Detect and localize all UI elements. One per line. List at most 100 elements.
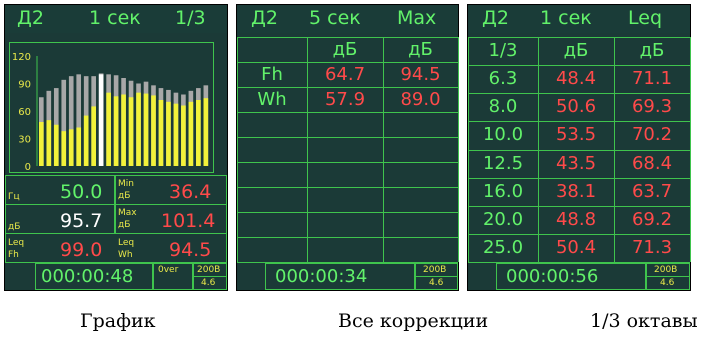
- column-header: 1/3: [488, 40, 518, 62]
- min-value: 36.4: [169, 181, 212, 203]
- over-indicator: 0ver: [158, 265, 179, 275]
- min-unit: дБ: [118, 191, 131, 201]
- table-cell-v1: 38.1: [555, 180, 597, 202]
- table-cell-v2: 94.5: [400, 63, 441, 85]
- table-cell-name: Fh: [261, 63, 283, 85]
- bar-level: [166, 101, 171, 166]
- bar-level: [158, 100, 164, 166]
- grid-line: [468, 205, 690, 207]
- y-tick-label: 30: [18, 135, 31, 146]
- battery-indicator: 4.6: [429, 278, 444, 288]
- leq2-value: 94.5: [169, 239, 212, 261]
- table-cell-v1: 57.9: [324, 88, 366, 110]
- range-indicator: 200В: [654, 265, 678, 275]
- y-tick-label: 90: [18, 80, 31, 91]
- table-cell-v2: 69.2: [631, 208, 673, 230]
- battery-indicator: 4.6: [660, 278, 675, 288]
- table-cell-f: 16.0: [482, 180, 524, 202]
- grid-line: [468, 93, 690, 95]
- table-cell-v1: 50.4: [555, 236, 597, 258]
- bar-level: [188, 101, 194, 166]
- table-cell-v1: 53.5: [555, 124, 597, 146]
- table-cell-name: Wh: [257, 88, 287, 110]
- header-channel: Д2: [17, 7, 44, 29]
- range-indicator: 200В: [197, 265, 221, 275]
- column-header: дБ: [563, 40, 589, 62]
- header-channel: Д2: [482, 7, 509, 29]
- header-interval: 1 сек: [89, 7, 141, 29]
- table-cell-f: 8.0: [488, 96, 518, 118]
- table-cell-f: 12.5: [482, 152, 524, 174]
- bar-level: [151, 95, 156, 166]
- grid-line: [468, 65, 690, 67]
- grid-line: [458, 37, 459, 262]
- table-cell-v2: 71.3: [631, 236, 673, 258]
- table-cell-f: 25.0: [482, 236, 524, 258]
- octave-table: 1/3 дБ дБ 6.3 48.4 71.1 8.0 50.6 69.3 10.0 53.5 70.…: [468, 37, 691, 263]
- column-header: дБ: [639, 40, 665, 62]
- graph-screen-header: Д2 1 сек 1/3: [5, 5, 227, 33]
- table-cell-v2: 71.1: [631, 68, 673, 90]
- header-interval: 1 сек: [540, 7, 592, 29]
- level-value: 95.7: [60, 210, 103, 232]
- table-cell-v1: 48.8: [555, 208, 597, 230]
- bar-level: [113, 96, 119, 166]
- column-header: дБ: [332, 38, 358, 60]
- caption-graph: График: [80, 310, 156, 332]
- table-cell-v1: 48.4: [555, 68, 597, 90]
- bar-level: [143, 93, 149, 166]
- freq-value: 50.0: [60, 181, 103, 203]
- grid-line: [237, 187, 458, 188]
- header-channel: Д2: [251, 7, 278, 29]
- bar-level: [53, 124, 59, 166]
- table-cell-v1: 50.6: [555, 96, 597, 118]
- bar-level: [46, 120, 52, 166]
- corrections-screen-header: Д2 5 сек Max: [237, 5, 458, 33]
- table-cell-v2: 69.3: [631, 96, 673, 118]
- bar-level: [61, 131, 67, 166]
- grid-line: [237, 162, 458, 163]
- max-value: 101.4: [161, 210, 216, 232]
- table-cell-v1: 64.7: [324, 63, 366, 85]
- corrections-table: дБ дБ Fh 64.7 94.5 Wh 57.9 89.0: [237, 37, 459, 263]
- grid-line: [468, 177, 690, 179]
- corrections-screen: Д2 5 сек Max дБ дБ Fh 64.7 94.5 Wh 57.9 89.0 00…: [236, 4, 459, 291]
- y-tick-label: 60: [18, 107, 31, 118]
- elapsed-time: 000:00:34: [275, 266, 368, 287]
- min-label: Min: [118, 179, 134, 189]
- graph-screen: Д2 1 сек 1/3 120 90 60 30 0 Гц 50.0 Min дБ 3…: [4, 4, 228, 291]
- y-tick-label: 0: [25, 162, 31, 173]
- table-cell-f: 6.3: [488, 68, 518, 90]
- bar-marker: [98, 74, 104, 166]
- octave-screen: Д2 1 сек Leq 1/3 дБ дБ 6.3 48.4 71.1 8.0 50.6 69…: [467, 4, 691, 291]
- bar-level: [196, 100, 201, 166]
- bar-level: [181, 105, 186, 166]
- db-label: дБ: [8, 222, 21, 232]
- column-header: дБ: [408, 38, 433, 60]
- table-cell-v2: 63.7: [631, 180, 673, 202]
- bar-level: [68, 129, 74, 166]
- grid-line: [468, 121, 690, 123]
- table-cell-v2: 70.2: [631, 124, 673, 146]
- grid-line: [468, 37, 690, 38]
- battery-indicator: 4.6: [201, 278, 216, 288]
- grid-line: [468, 149, 690, 151]
- header-mode: Max: [397, 7, 437, 29]
- grid-line: [690, 37, 691, 262]
- elapsed-time: 000:00:56: [506, 266, 599, 287]
- bar-level: [91, 106, 96, 166]
- max-unit: дБ: [118, 220, 131, 230]
- table-cell-v2: 89.0: [400, 88, 441, 110]
- leq2-corr: Wh: [118, 250, 133, 260]
- header-mode: 1/3: [175, 7, 206, 29]
- leq2-label: Leq: [118, 238, 135, 248]
- bar-level: [128, 97, 134, 166]
- grid-line: [237, 112, 458, 113]
- bar-level: [136, 92, 141, 166]
- y-tick-label: 120: [12, 52, 31, 63]
- grid-line: [237, 237, 458, 238]
- grid-line: [237, 137, 458, 138]
- leq-value: 99.0: [60, 239, 103, 261]
- leq-label: Leq: [8, 238, 25, 248]
- table-cell-v2: 68.4: [631, 152, 673, 174]
